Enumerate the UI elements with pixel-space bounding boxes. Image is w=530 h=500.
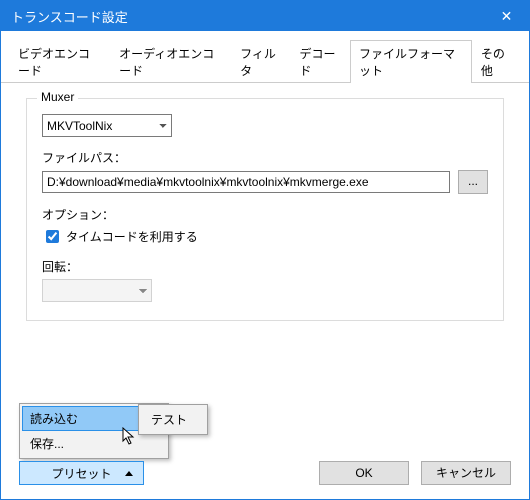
window-title: トランスコード設定 [11, 7, 128, 26]
option-label: オプション： [42, 206, 488, 223]
browse-button[interactable]: ... [458, 170, 488, 194]
tab-file-format[interactable]: ファイルフォーマット [350, 40, 472, 83]
tab-other[interactable]: その他 [472, 40, 521, 83]
rotate-select [42, 279, 152, 302]
filepath-input[interactable] [42, 171, 450, 193]
preset-popup: 読み込む 保存... テスト [19, 403, 169, 459]
muxer-select[interactable]: MKVToolNix [42, 114, 172, 137]
titlebar: トランスコード設定 ✕ [1, 1, 529, 31]
cancel-button[interactable]: キャンセル [421, 461, 511, 485]
tab-filter[interactable]: フィルタ [231, 40, 290, 83]
tab-decode[interactable]: デコード [290, 40, 350, 83]
timecode-checkbox-row[interactable]: タイムコードを利用する [42, 227, 488, 246]
tab-video-encode[interactable]: ビデオエンコード [9, 40, 110, 83]
tab-audio-encode[interactable]: オーディオエンコード [110, 40, 231, 83]
ok-button[interactable]: OK [319, 461, 409, 485]
timecode-checkbox[interactable] [46, 230, 59, 243]
bottom-bar: 読み込む 保存... テスト プリセット OK キャンセル [1, 461, 529, 485]
timecode-label: タイムコードを利用する [66, 228, 198, 245]
panel: Muxer MKVToolNix ファイルパス： ... オプション： タイムコ… [1, 83, 529, 336]
tab-strip: ビデオエンコード オーディオエンコード フィルタ デコード ファイルフォーマット… [1, 31, 529, 83]
group-title: Muxer [37, 90, 78, 104]
close-icon[interactable]: ✕ [484, 1, 529, 31]
preset-button[interactable]: プリセット [19, 461, 144, 485]
muxer-group: Muxer MKVToolNix ファイルパス： ... オプション： タイムコ… [26, 98, 504, 321]
popup-sub-test[interactable]: テスト [141, 407, 205, 432]
filepath-label: ファイルパス： [42, 149, 488, 166]
preset-submenu: テスト [138, 404, 208, 435]
rotate-label: 回転： [42, 258, 488, 275]
caret-up-icon [125, 471, 133, 476]
